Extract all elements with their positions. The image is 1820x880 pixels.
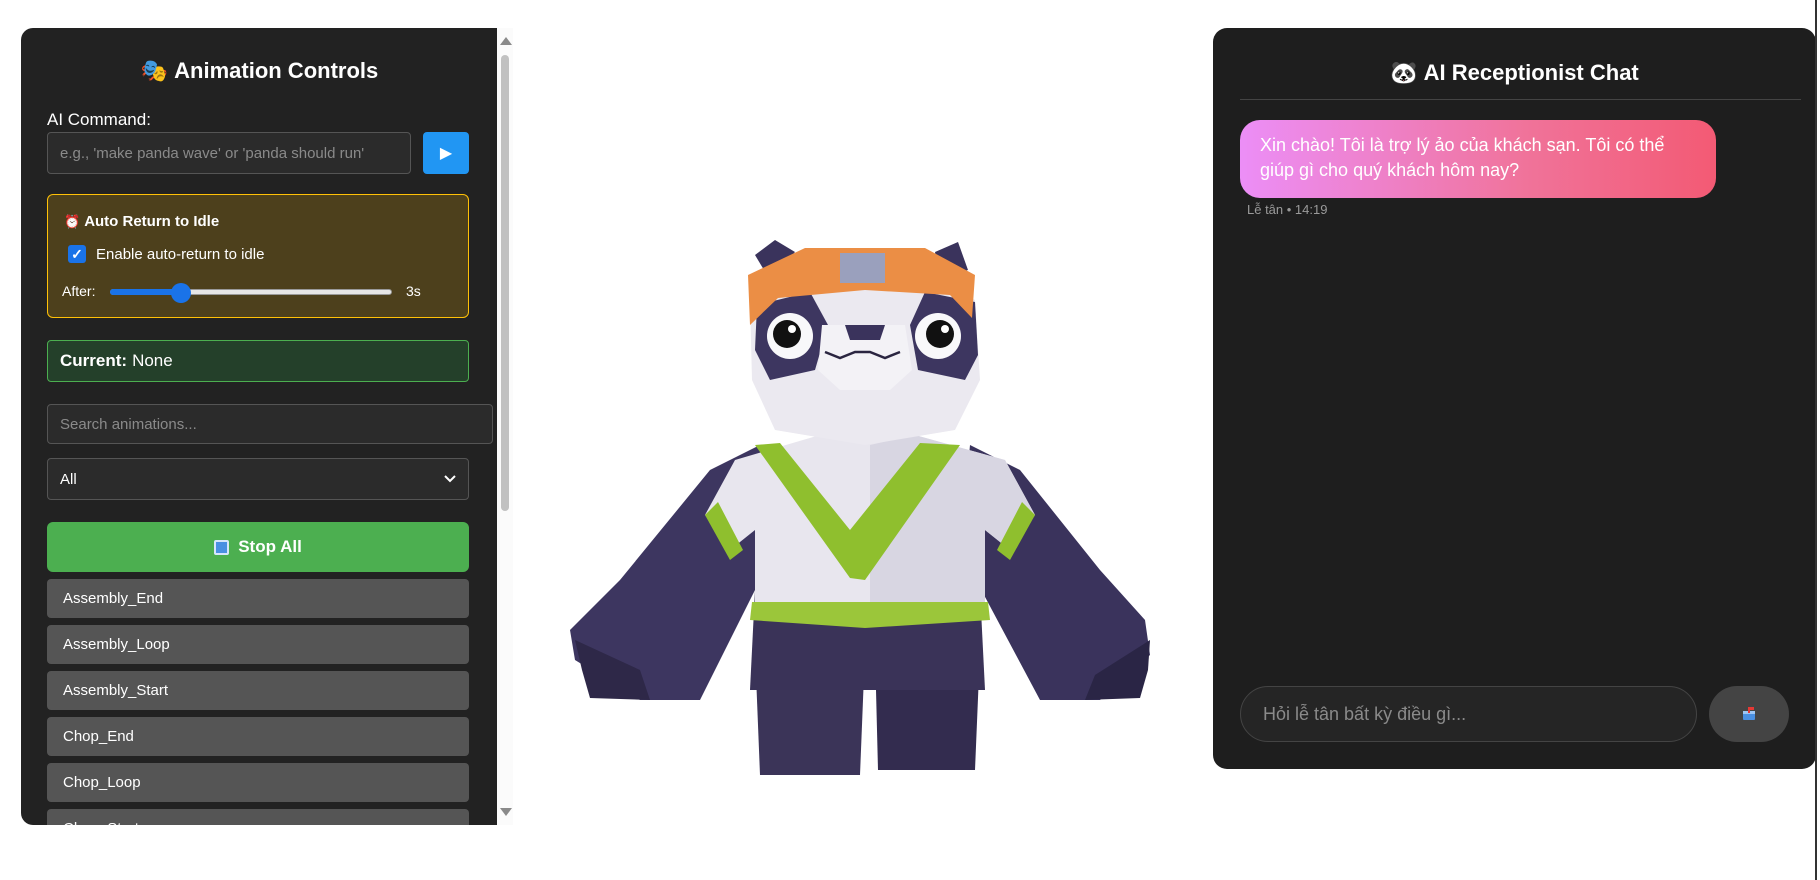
mailbox-icon bbox=[1743, 707, 1755, 720]
chat-title: 🐼 AI Receptionist Chat bbox=[1213, 60, 1816, 86]
panda-right-eye-shine bbox=[941, 325, 949, 333]
play-icon: ▶ bbox=[439, 145, 453, 162]
ai-command-label: AI Command: bbox=[47, 110, 151, 129]
auto-idle-title: ⏰ Auto Return to Idle bbox=[64, 213, 219, 230]
stop-all-label: Stop All bbox=[238, 537, 302, 556]
current-value: None bbox=[132, 351, 173, 370]
scroll-down-arrow-icon[interactable] bbox=[500, 808, 512, 816]
panel-title: 🎭 Animation Controls bbox=[47, 58, 472, 84]
chat-message-meta: Lễ tân • 14:19 bbox=[1247, 202, 1328, 217]
checkmark-icon: ✓ bbox=[71, 245, 83, 262]
auto-idle-box: ⏰ Auto Return to Idle ✓ Enable auto-retur… bbox=[47, 194, 469, 318]
category-select[interactable]: All bbox=[47, 458, 469, 500]
animation-controls-content: 🎭Animation Controls AI Command: ▶ ⏰Auto … bbox=[47, 28, 497, 825]
chat-input[interactable] bbox=[1240, 686, 1697, 742]
stop-all-button[interactable]: Stop All bbox=[47, 522, 469, 572]
chat-title-text: AI Receptionist Chat bbox=[1423, 60, 1639, 85]
slider-thumb[interactable] bbox=[170, 283, 191, 303]
animation-item[interactable]: Chop_Loop bbox=[47, 763, 469, 802]
idle-delay-slider[interactable] bbox=[110, 283, 392, 303]
ai-command-input[interactable] bbox=[47, 132, 411, 174]
panda-left-eye-shine bbox=[788, 325, 796, 333]
chat-divider bbox=[1240, 99, 1801, 100]
chat-panel: 🐼 AI Receptionist Chat Xin chào! Tôi là t… bbox=[1213, 28, 1816, 769]
panda-3d-model[interactable] bbox=[560, 230, 1170, 790]
run-command-button[interactable]: ▶ bbox=[423, 132, 469, 174]
panel-title-text: Animation Controls bbox=[174, 58, 379, 83]
after-label: After: bbox=[62, 283, 96, 299]
current-animation-status: Current: None bbox=[47, 340, 469, 382]
slider-fill bbox=[110, 289, 181, 295]
theater-masks-icon: 🎭 bbox=[140, 58, 169, 83]
search-animations-input[interactable] bbox=[47, 404, 493, 444]
category-select-value: All bbox=[60, 470, 77, 488]
panda-face-icon: 🐼 bbox=[1390, 60, 1418, 85]
auto-idle-title-text: Auto Return to Idle bbox=[84, 213, 220, 230]
current-label: Current: bbox=[60, 351, 128, 370]
panda-right-pupil bbox=[926, 320, 954, 348]
panda-left-pupil bbox=[773, 320, 801, 348]
page-edge-divider bbox=[1815, 0, 1817, 880]
animation-item[interactable]: Assembly_Loop bbox=[47, 625, 469, 664]
panda-headband-plate bbox=[840, 253, 885, 283]
animation-controls-panel: 🎭Animation Controls AI Command: ▶ ⏰Auto … bbox=[21, 28, 497, 825]
alarm-clock-icon: ⏰ bbox=[64, 214, 81, 229]
chat-message-bubble: Xin chào! Tôi là trợ lý ảo của khách sạn… bbox=[1240, 120, 1716, 198]
scrollbar-thumb[interactable] bbox=[501, 55, 509, 511]
panel-scrollbar[interactable] bbox=[497, 28, 513, 825]
auto-idle-checkbox[interactable]: ✓ bbox=[68, 245, 86, 263]
idle-delay-value: 3s bbox=[406, 283, 421, 299]
animation-item[interactable]: Chop_Start bbox=[47, 809, 469, 825]
stop-icon bbox=[214, 539, 230, 555]
animation-item[interactable]: Assembly_Start bbox=[47, 671, 469, 710]
panda-nose bbox=[845, 325, 885, 340]
send-button[interactable] bbox=[1709, 686, 1789, 742]
auto-idle-checkbox-label[interactable]: Enable auto-return to idle bbox=[96, 246, 264, 263]
animation-item[interactable]: Assembly_End bbox=[47, 579, 469, 618]
animation-item[interactable]: Chop_End bbox=[47, 717, 469, 756]
scroll-up-arrow-icon[interactable] bbox=[500, 37, 512, 45]
chevron-down-icon bbox=[444, 475, 456, 483]
